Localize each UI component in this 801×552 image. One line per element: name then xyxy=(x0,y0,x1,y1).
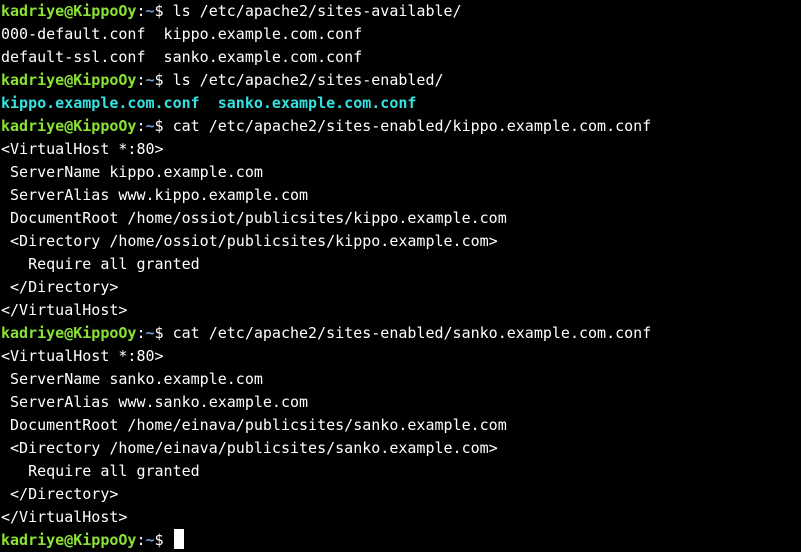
output-line: ServerAlias www.kippo.example.com xyxy=(1,186,309,204)
prompt-user-host: kadriye@KippoOy xyxy=(1,71,137,89)
output-line: ServerAlias www.sanko.example.com xyxy=(1,393,309,411)
prompt-path: ~ xyxy=(145,71,155,89)
output-line: </VirtualHost> xyxy=(1,508,128,526)
output-line: kippo.example.com.conf sanko.example.com… xyxy=(0,92,801,115)
prompt-path: ~ xyxy=(145,2,155,20)
output-line: ServerName kippo.example.com xyxy=(1,163,263,181)
prompt-line-3: kadriye@KippoOy:~$ cat /etc/apache2/site… xyxy=(0,115,801,138)
output-line: <VirtualHost *:80> xyxy=(1,140,164,158)
prompt-line-2: kadriye@KippoOy:~$ ls /etc/apache2/sites… xyxy=(0,69,801,92)
output-line: </VirtualHost> xyxy=(1,301,128,319)
output-line: <Directory /home/einava/publicsites/sank… xyxy=(1,439,498,457)
prompt-user-host: kadriye@KippoOy xyxy=(1,2,137,20)
prompt-symbol: $ xyxy=(154,2,164,20)
prompt-symbol: $ xyxy=(154,531,164,549)
output-line: default-ssl.conf sanko.example.com.conf xyxy=(1,48,363,66)
prompt-line-1: kadriye@KippoOy:~$ ls /etc/apache2/sites… xyxy=(0,0,801,23)
output-line: Require all granted xyxy=(1,462,200,480)
prompt-sep: : xyxy=(136,71,146,89)
output-line: <Directory /home/ossiot/publicsites/kipp… xyxy=(1,232,498,250)
output-line: <VirtualHost *:80> xyxy=(1,347,164,365)
prompt-sep: : xyxy=(136,324,146,342)
output-line: DocumentRoot /home/ossiot/publicsites/ki… xyxy=(1,209,507,227)
prompt-symbol: $ xyxy=(154,117,164,135)
prompt-line-4: kadriye@KippoOy:~$ cat /etc/apache2/site… xyxy=(0,322,801,345)
output-line: 000-default.conf kippo.example.com.conf xyxy=(1,25,363,43)
symlink-entry: sanko.example.com.conf xyxy=(217,94,417,112)
output-line: </Directory> xyxy=(1,278,119,296)
prompt-path: ~ xyxy=(145,117,155,135)
prompt-path: ~ xyxy=(145,531,155,549)
command-text: ls /etc/apache2/sites-available/ xyxy=(172,2,462,20)
prompt-user-host: kadriye@KippoOy xyxy=(1,531,137,549)
prompt-user-host: kadriye@KippoOy xyxy=(1,117,137,135)
command-text: ls /etc/apache2/sites-enabled/ xyxy=(172,71,444,89)
prompt-sep: : xyxy=(136,117,146,135)
prompt-sep: : xyxy=(136,2,146,20)
command-text: cat /etc/apache2/sites-enabled/kippo.exa… xyxy=(172,117,652,135)
output-line: DocumentRoot /home/einava/publicsites/sa… xyxy=(1,416,507,434)
symlink-entry: kippo.example.com.conf xyxy=(1,94,200,112)
output-line: Require all granted xyxy=(1,255,200,273)
terminal-window[interactable]: kadriye@KippoOy:~$ ls /etc/apache2/sites… xyxy=(0,0,801,551)
text-cursor[interactable] xyxy=(173,529,184,549)
output-line: ServerName sanko.example.com xyxy=(1,370,263,388)
prompt-path: ~ xyxy=(145,324,155,342)
prompt-symbol: $ xyxy=(154,71,164,89)
prompt-symbol: $ xyxy=(154,324,164,342)
prompt-user-host: kadriye@KippoOy xyxy=(1,324,137,342)
command-text: cat /etc/apache2/sites-enabled/sanko.exa… xyxy=(172,324,652,342)
prompt-sep: : xyxy=(136,531,146,549)
output-line: </Directory> xyxy=(1,485,119,503)
prompt-line-active[interactable]: kadriye@KippoOy:~$ xyxy=(0,529,801,552)
